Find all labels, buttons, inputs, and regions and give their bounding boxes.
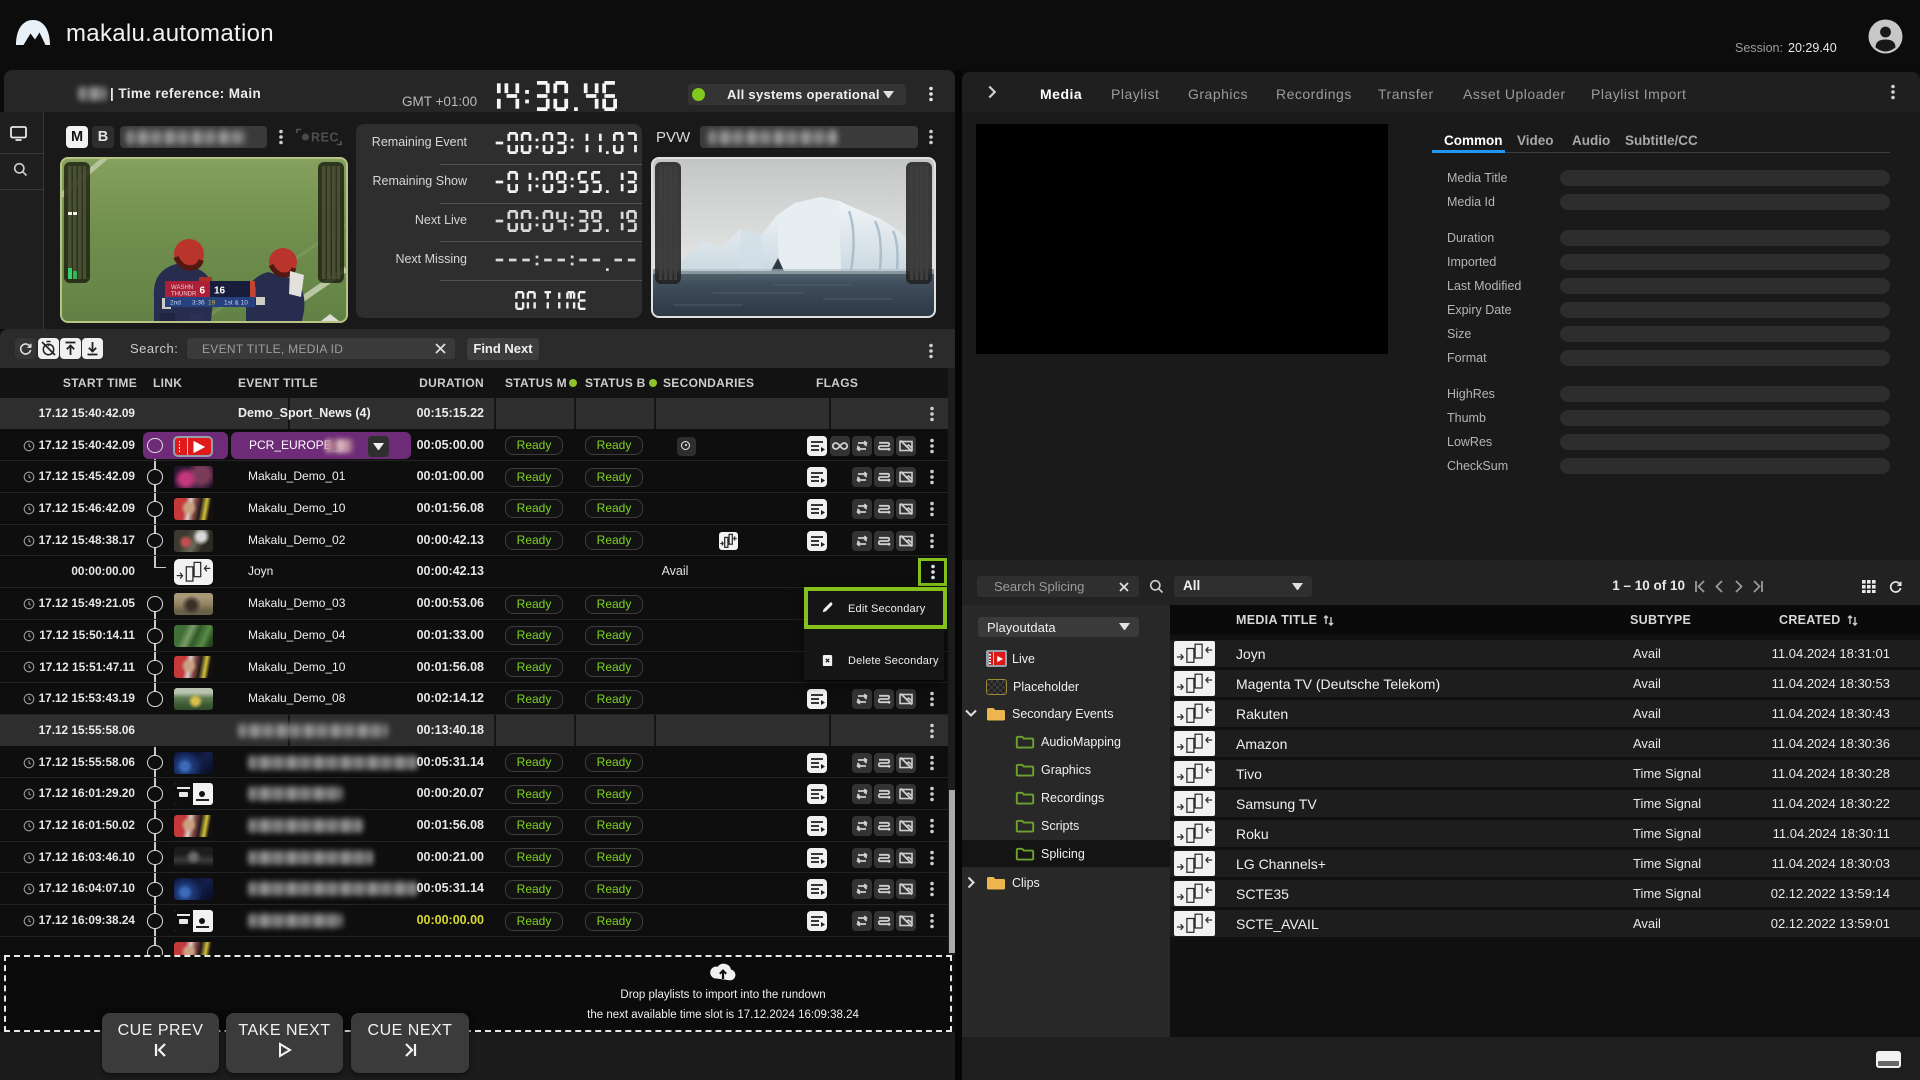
svg-text:1st & 10: 1st & 10 [224, 300, 248, 307]
svg-text:6: 6 [199, 286, 205, 297]
svg-text:19: 19 [208, 300, 216, 307]
svg-text:2nd: 2nd [170, 300, 181, 307]
svg-text:3:36: 3:36 [192, 300, 205, 307]
svg-text:THUNDR: THUNDR [171, 292, 197, 298]
svg-text:16: 16 [214, 286, 226, 297]
svg-text:REC: REC [311, 131, 339, 145]
svg-text:WASHN: WASHN [171, 285, 193, 291]
